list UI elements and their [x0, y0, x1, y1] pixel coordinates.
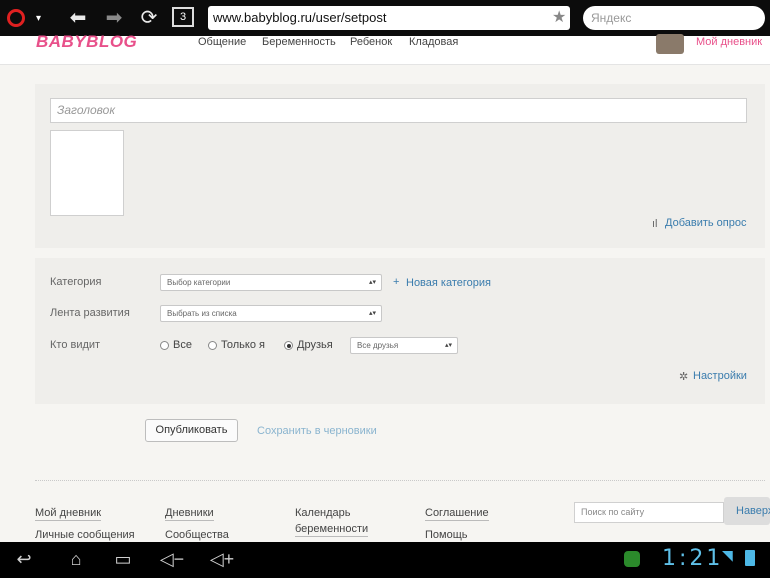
footer-link-communities[interactable]: Сообщества — [165, 529, 229, 542]
avatar[interactable] — [656, 34, 684, 54]
nav-item-communication[interactable]: Общение — [198, 36, 246, 48]
footer-link-diaries[interactable]: Дневники — [165, 507, 214, 521]
post-body-editor[interactable] — [50, 130, 124, 216]
post-settings-panel — [35, 258, 765, 404]
footer-link-messages[interactable]: Личные сообщения — [35, 529, 135, 542]
battery-icon — [745, 550, 755, 566]
title-input[interactable]: Заголовок — [50, 98, 747, 123]
footer-link-calendar[interactable]: Календарь — [295, 507, 351, 520]
system-home-icon[interactable]: ⌂ — [60, 545, 92, 573]
category-select[interactable]: Выбор категории ▴▾ — [160, 274, 382, 291]
nav-item-pregnancy[interactable]: Беременность — [262, 36, 336, 48]
development-feed-select[interactable]: Выбрать из списка ▴▾ — [160, 305, 382, 322]
friends-group-select[interactable]: Все друзья ▴▾ — [350, 337, 458, 354]
gear-icon: ✲ — [679, 371, 689, 383]
tabs-button[interactable]: 3 — [172, 7, 194, 27]
visibility-radio-all[interactable] — [160, 341, 169, 350]
android-notification-icon[interactable] — [624, 551, 640, 567]
volume-down-icon[interactable]: ◁− — [156, 545, 188, 573]
footer-link-my-diary[interactable]: Мой дневник — [35, 507, 102, 521]
footer-divider — [35, 480, 765, 481]
select-arrows-icon: ▴▾ — [444, 342, 452, 349]
new-category-link[interactable]: Новая категория — [406, 277, 491, 289]
footer-link-agreement[interactable]: Соглашение — [425, 507, 489, 521]
save-draft-link[interactable]: Сохранить в черновики — [257, 425, 377, 437]
opera-menu-button[interactable]: ▾ — [2, 4, 50, 32]
system-recent-apps-icon[interactable]: ▭ — [107, 545, 139, 573]
wifi-icon: ◥ — [722, 547, 733, 563]
visibility-label: Кто видит — [50, 339, 101, 351]
system-clock: 1:21 — [662, 546, 724, 571]
site-logo[interactable]: BABYBLOG — [36, 32, 137, 52]
feed-select-value: Выбрать из списка — [167, 309, 237, 318]
visibility-option-only-me[interactable]: Только я — [221, 339, 265, 351]
category-label: Категория — [50, 276, 102, 288]
system-back-icon[interactable]: ↩ — [8, 545, 40, 573]
plus-icon: + — [393, 276, 400, 288]
browser-search-field[interactable]: Яндекс — [583, 6, 765, 30]
footer-link-help[interactable]: Помощь — [425, 529, 468, 542]
publish-button[interactable]: Опубликовать — [145, 419, 238, 442]
back-button[interactable]: ⬅ — [64, 6, 92, 30]
my-diary-link[interactable]: Мой дневник — [696, 36, 762, 48]
site-search-input[interactable]: Поиск по сайту — [574, 502, 724, 523]
select-arrows-icon: ▴▾ — [368, 279, 376, 286]
visibility-radio-only-me[interactable] — [208, 341, 217, 350]
forward-button[interactable]: ➡ — [100, 6, 128, 30]
select-arrows-icon: ▴▾ — [368, 310, 376, 317]
poll-icon: ıl — [652, 218, 658, 230]
category-select-value: Выбор категории — [167, 278, 231, 287]
visibility-radio-friends[interactable] — [284, 341, 293, 350]
development-feed-label: Лента развития — [50, 307, 130, 319]
footer-link-calendar-line2[interactable]: беременности — [295, 523, 369, 537]
bookmark-star-icon[interactable]: ★ — [552, 6, 566, 30]
url-field[interactable]: www.babyblog.ru/user/setpost — [208, 6, 570, 30]
nav-item-child[interactable]: Ребенок — [350, 36, 392, 48]
chevron-down-icon: ▾ — [36, 13, 42, 24]
add-poll-link[interactable]: Добавить опрос — [665, 217, 746, 229]
scroll-to-top-button[interactable]: Наверх — [724, 497, 770, 525]
visibility-option-friends[interactable]: Друзья — [297, 339, 333, 351]
visibility-option-all[interactable]: Все — [173, 339, 192, 351]
friends-select-value: Все друзья — [357, 341, 399, 350]
opera-logo-icon — [7, 9, 25, 27]
reload-button[interactable]: ⟳ — [135, 6, 163, 30]
volume-up-icon[interactable]: ◁+ — [206, 545, 238, 573]
nav-item-storage[interactable]: Кладовая — [409, 36, 458, 48]
site-header: BABYBLOG Общение Беременность Ребенок Кл… — [0, 32, 770, 65]
settings-link[interactable]: Настройки — [693, 370, 747, 382]
